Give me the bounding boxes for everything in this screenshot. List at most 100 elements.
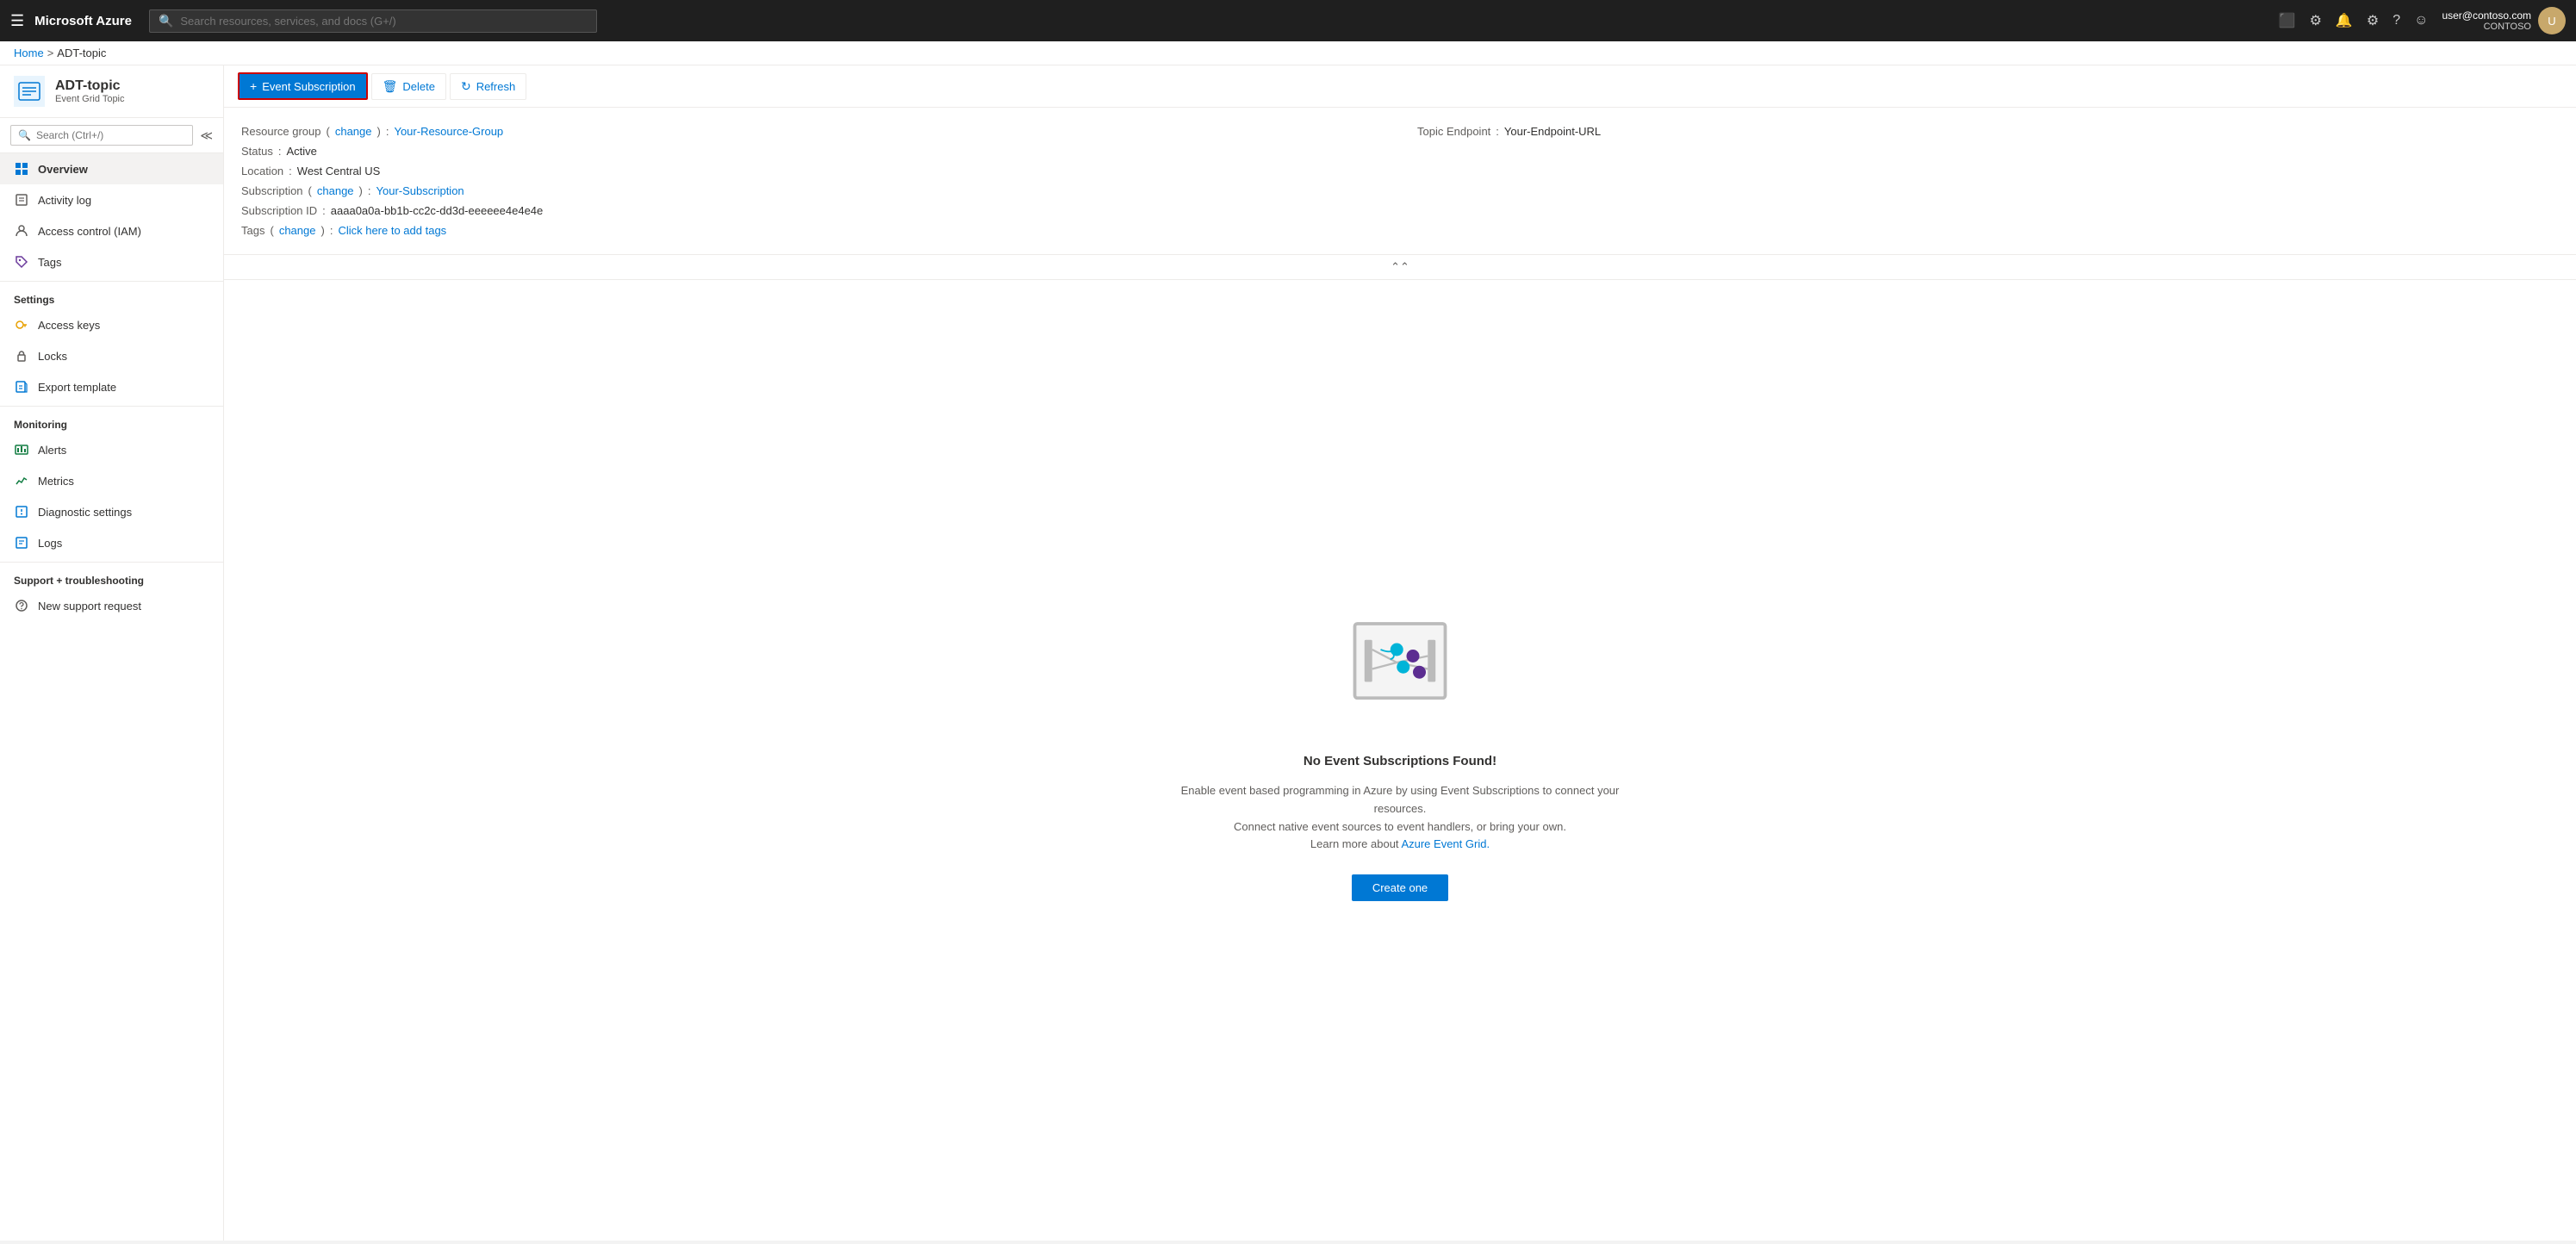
sidebar-item-iam[interactable]: Access control (IAM) <box>0 215 223 246</box>
resource-group-value[interactable]: Your-Resource-Group <box>394 125 503 138</box>
sidebar-header: ADT-topic Event Grid Topic <box>0 65 223 118</box>
global-search[interactable]: 🔍 <box>149 9 597 33</box>
location-label: Location <box>241 165 283 177</box>
resource-group-label: Resource group <box>241 125 321 138</box>
subscription-change-link[interactable]: change <box>317 184 354 197</box>
export-template-icon <box>14 379 29 395</box>
location-value: West Central US <box>297 165 381 177</box>
help-icon[interactable]: ? <box>2392 13 2400 28</box>
overview-icon <box>14 161 29 177</box>
tags-label: Tags <box>241 224 264 237</box>
support-section-label: Support + troubleshooting <box>0 562 223 590</box>
sidebar-item-tags[interactable]: Tags <box>0 246 223 277</box>
tags-add-link[interactable]: Click here to add tags <box>338 224 446 237</box>
status-row: Status : Active <box>241 141 1383 161</box>
resource-group-row: Resource group (change) : Your-Resource-… <box>241 121 1383 141</box>
breadcrumb-current: ADT-topic <box>57 47 106 59</box>
feedback-icon[interactable]: ☺ <box>2414 13 2428 28</box>
sidebar-item-label-activity-log: Activity log <box>38 194 91 207</box>
sidebar-item-alerts[interactable]: Alerts <box>0 434 223 465</box>
settings-section-label: Settings <box>0 281 223 309</box>
sidebar-item-support-request[interactable]: New support request <box>0 590 223 621</box>
delete-label: Delete <box>402 80 435 93</box>
status-label: Status <box>241 145 273 158</box>
subscription-id-row: Subscription ID : aaaa0a0a-bb1b-cc2c-dd3… <box>241 201 1383 221</box>
sidebar-item-metrics[interactable]: Metrics <box>0 465 223 496</box>
portal-settings-icon[interactable]: ⚙ <box>2310 12 2322 29</box>
event-subscription-button[interactable]: + Event Subscription <box>238 72 368 100</box>
refresh-button[interactable]: ↻ Refresh <box>450 73 526 100</box>
sidebar-item-label-locks: Locks <box>38 350 67 363</box>
empty-state: No Event Subscriptions Found! Enable eve… <box>224 280 2576 1241</box>
tags-row: Tags (change) : Click here to add tags <box>241 221 1383 240</box>
search-input[interactable] <box>180 15 588 28</box>
sidebar-item-overview[interactable]: Overview <box>0 153 223 184</box>
user-tenant: CONTOSO <box>2442 22 2531 32</box>
sidebar-item-label-metrics: Metrics <box>38 475 74 488</box>
sidebar-item-label-export-template: Export template <box>38 381 116 394</box>
settings-icon[interactable]: ⚙ <box>2367 12 2379 29</box>
refresh-icon: ↻ <box>461 79 471 94</box>
sidebar-item-label-tags: Tags <box>38 256 61 269</box>
nav-icons: ⬛ ⚙ 🔔 ⚙ ? ☺ user@contoso.com CONTOSO U <box>2279 7 2566 34</box>
left-props: Resource group (change) : Your-Resource-… <box>241 121 1383 240</box>
sidebar-collapse-btn[interactable]: ≪ <box>200 128 213 143</box>
locks-icon <box>14 348 29 364</box>
delete-button[interactable]: 🗑 Delete <box>371 73 446 100</box>
cloud-shell-icon[interactable]: ⬛ <box>2279 12 2296 29</box>
create-one-button[interactable]: Create one <box>1352 874 1448 901</box>
sidebar-search-box[interactable]: 🔍 <box>10 125 193 146</box>
properties-section: Resource group (change) : Your-Resource-… <box>224 108 2576 255</box>
diagnostic-icon <box>14 504 29 519</box>
topic-endpoint-row: Topic Endpoint : Your-Endpoint-URL <box>1417 121 2559 141</box>
sidebar-item-label-diagnostic: Diagnostic settings <box>38 506 132 519</box>
alerts-icon <box>14 442 29 457</box>
sidebar-item-export-template[interactable]: Export template <box>0 371 223 402</box>
search-icon: 🔍 <box>159 14 173 28</box>
hamburger-menu[interactable]: ☰ <box>10 12 24 30</box>
sidebar-item-label-access-keys: Access keys <box>38 319 100 332</box>
properties-grid: Resource group (change) : Your-Resource-… <box>241 121 2559 240</box>
empty-desc: Enable event based programming in Azure … <box>1176 782 1624 854</box>
event-subscription-label: Event Subscription <box>262 80 355 93</box>
metrics-icon <box>14 473 29 488</box>
subscription-value[interactable]: Your-Subscription <box>376 184 464 197</box>
location-row: Location : West Central US <box>241 161 1383 181</box>
resource-group-change-link[interactable]: change <box>335 125 372 138</box>
toolbar: + Event Subscription 🗑 Delete ↻ Refresh <box>224 65 2576 108</box>
notifications-icon[interactable]: 🔔 <box>2336 12 2353 29</box>
sidebar-item-diagnostic[interactable]: Diagnostic settings <box>0 496 223 527</box>
topic-endpoint-value: Your-Endpoint-URL <box>1504 125 1601 138</box>
refresh-label: Refresh <box>476 80 516 93</box>
azure-event-grid-link[interactable]: Azure Event Grid. <box>1401 837 1490 850</box>
sidebar-search-icon: 🔍 <box>18 129 31 141</box>
breadcrumb-home[interactable]: Home <box>14 47 44 59</box>
avatar[interactable]: U <box>2538 7 2566 34</box>
sidebar-item-locks[interactable]: Locks <box>0 340 223 371</box>
sidebar-item-logs[interactable]: Logs <box>0 527 223 558</box>
user-profile[interactable]: user@contoso.com CONTOSO U <box>2442 7 2566 34</box>
collapse-properties-btn[interactable]: ⌃⌃ <box>224 255 2576 280</box>
sidebar-search-input[interactable] <box>36 129 185 141</box>
sidebar-item-access-keys[interactable]: Access keys <box>0 309 223 340</box>
sidebar-nav: Overview Activity log Access control (IA… <box>0 153 223 1241</box>
empty-icon <box>1331 619 1469 740</box>
sidebar-search-row: 🔍 ≪ <box>0 118 223 153</box>
sidebar-resource-info: ADT-topic Event Grid Topic <box>55 78 125 104</box>
delete-icon: 🗑 <box>383 79 398 94</box>
activity-log-icon <box>14 192 29 208</box>
tags-icon <box>14 254 29 270</box>
resource-icon <box>14 76 45 107</box>
iam-icon <box>14 223 29 239</box>
add-icon: + <box>250 79 257 93</box>
right-props: Topic Endpoint : Your-Endpoint-URL <box>1417 121 2559 240</box>
sidebar: ADT-topic Event Grid Topic 🔍 ≪ Overview <box>0 65 224 1241</box>
logs-icon <box>14 535 29 550</box>
tags-change-link[interactable]: change <box>279 224 316 237</box>
page-layout: ADT-topic Event Grid Topic 🔍 ≪ Overview <box>0 65 2576 1241</box>
support-request-icon <box>14 598 29 613</box>
collapse-chevron-icon: ⌃⌃ <box>1391 260 1409 274</box>
brand-logo: Microsoft Azure <box>34 14 132 28</box>
status-value: Active <box>286 145 316 158</box>
sidebar-item-activity-log[interactable]: Activity log <box>0 184 223 215</box>
